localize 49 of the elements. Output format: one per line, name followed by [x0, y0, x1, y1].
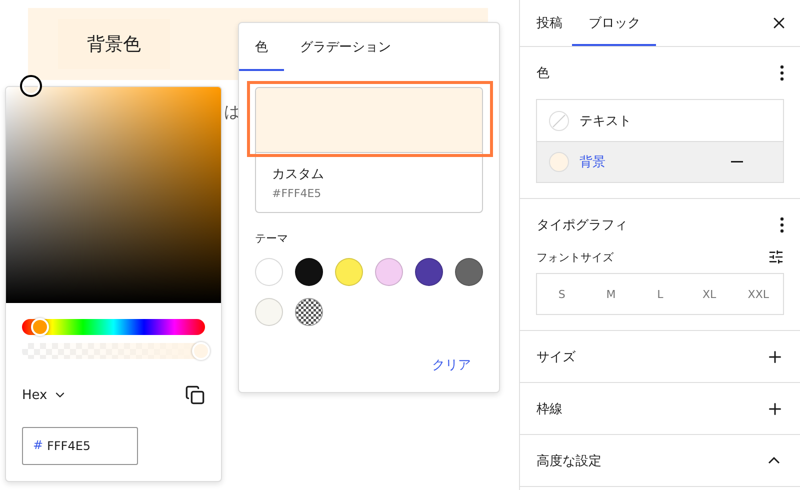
empty-color-icon [549, 110, 570, 130]
options-button[interactable] [780, 217, 784, 233]
copy-icon [185, 385, 205, 405]
picker-handle[interactable] [20, 75, 42, 97]
color-swatch[interactable] [295, 258, 323, 286]
sidebar-tab[interactable]: ブロック [572, 0, 656, 46]
color-swatch[interactable] [255, 258, 283, 286]
block-heading[interactable]: 背景色 [58, 19, 170, 69]
panel-header[interactable]: 高度な設定 [520, 435, 800, 487]
more-icon [780, 217, 784, 233]
clear-link[interactable]: クリア [432, 356, 471, 374]
size-option[interactable]: XL [684, 274, 734, 314]
transparent-swatch[interactable] [295, 298, 323, 326]
section-title: タイポグラフィ [536, 217, 628, 234]
section-title: 色 [536, 65, 550, 82]
panel-header[interactable]: サイズ [520, 331, 800, 383]
size-option[interactable]: M [586, 274, 636, 314]
size-option[interactable]: L [636, 274, 685, 314]
size-option[interactable]: XXL [734, 274, 783, 314]
copy-button[interactable] [185, 385, 205, 405]
theme-label: テーマ [255, 231, 289, 246]
color-swatch[interactable] [415, 258, 443, 286]
tab[interactable]: グラデーション [284, 23, 407, 71]
custom-label: カスタム [272, 166, 325, 183]
paragraph-text: は [224, 102, 241, 123]
color-swatch[interactable] [335, 258, 363, 286]
hue-slider[interactable] [22, 319, 205, 335]
minus-icon [731, 161, 743, 163]
color-swatch[interactable] [375, 258, 403, 286]
color-swatch[interactable] [455, 258, 483, 286]
hex-value: #FFF4E5 [272, 187, 322, 200]
sidebar-tab[interactable]: 投稿 [526, 0, 572, 46]
panel-header[interactable]: 枠線 [520, 383, 800, 435]
more-icon [780, 65, 784, 81]
tab[interactable]: 色 [239, 23, 284, 71]
color-setting-item[interactable]: 背景 [537, 141, 783, 182]
sliders-icon [768, 249, 784, 265]
slider-thumb[interactable] [192, 342, 210, 360]
saturation-area[interactable] [6, 87, 221, 303]
font-size-label: フォントサイズ [536, 250, 614, 264]
hash-prefix: # [33, 438, 44, 452]
format-select[interactable]: Hex [22, 388, 68, 402]
custom-color-card[interactable]: カスタム #FFF4E5 [255, 87, 483, 213]
slider-thumb[interactable] [31, 318, 50, 336]
custom-size-button[interactable] [768, 249, 784, 265]
color-swatch[interactable] [255, 298, 283, 326]
size-option[interactable]: S [537, 274, 586, 314]
options-button[interactable] [780, 65, 784, 81]
chevron-up-icon [768, 457, 780, 464]
